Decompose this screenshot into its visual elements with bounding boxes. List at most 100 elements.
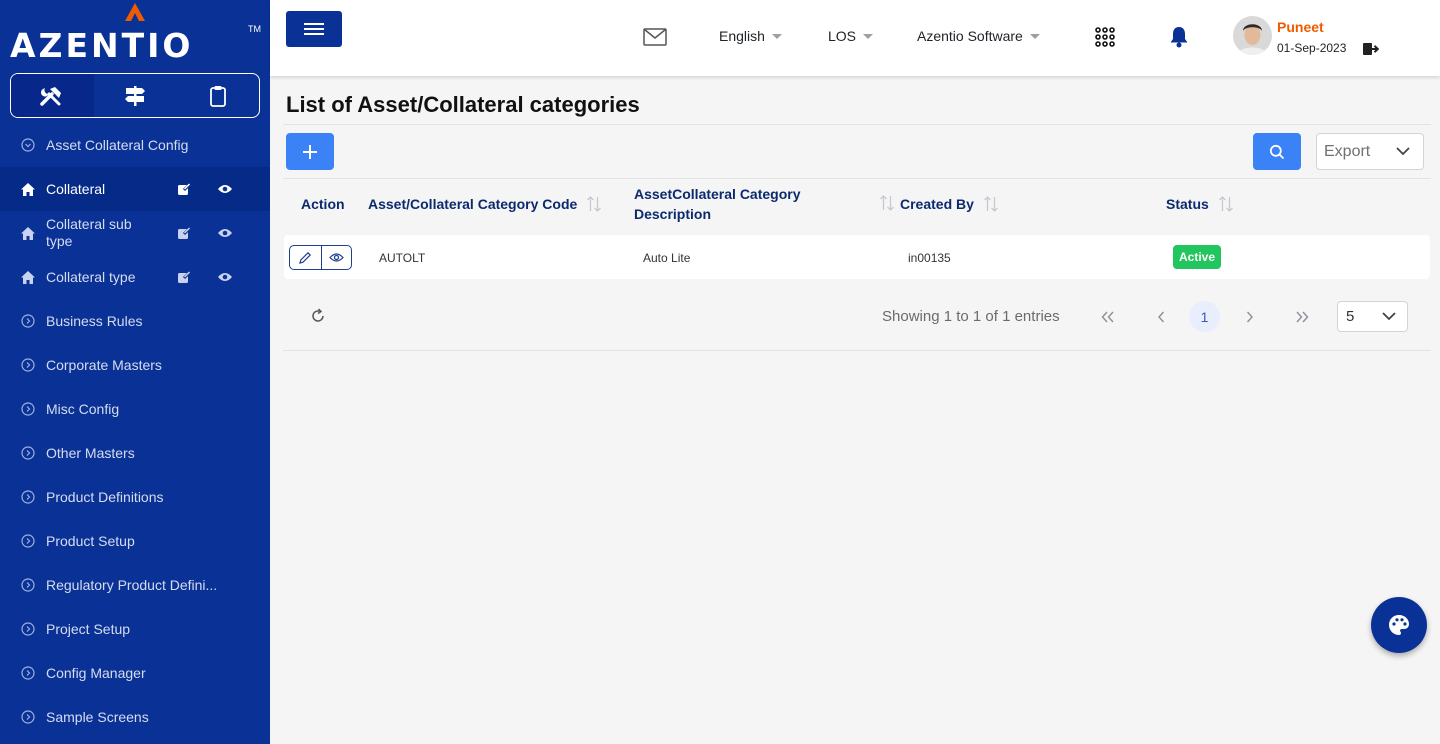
- view-row-button[interactable]: [320, 246, 352, 269]
- sidebar-item-sample-screens[interactable]: Sample Screens: [0, 695, 270, 739]
- sidebar-item-label: Config Manager: [46, 664, 146, 681]
- search-icon: [1269, 144, 1285, 159]
- column-header-code[interactable]: Asset/Collateral Category Code: [368, 194, 602, 214]
- theme-palette-button[interactable]: [1371, 597, 1427, 653]
- eye-icon: [328, 253, 344, 262]
- chevron-circle-icon: [20, 313, 36, 329]
- double-chevron-right-icon: [1295, 311, 1308, 322]
- hamburger-icon: [304, 23, 324, 35]
- column-header-description[interactable]: AssetCollateral Category Description: [634, 184, 874, 224]
- add-button[interactable]: [286, 133, 334, 170]
- logo-text: AZENTIO: [10, 26, 194, 65]
- first-page-button[interactable]: [1092, 301, 1123, 332]
- refresh-icon[interactable]: [310, 308, 326, 329]
- logo-mark-icon: [125, 3, 145, 21]
- sidebar-item-label: Product Setup: [46, 532, 135, 549]
- row-action-group: [289, 245, 352, 270]
- sidebar-item-label: Asset Collateral Config: [46, 136, 189, 153]
- mode-signpost-button[interactable]: [94, 74, 177, 117]
- column-header-label: Created By: [900, 196, 974, 212]
- prev-page-button[interactable]: [1145, 301, 1176, 332]
- company-dropdown[interactable]: Azentio Software: [917, 28, 1040, 44]
- column-header-status[interactable]: Status: [1166, 194, 1234, 214]
- signpost-icon: [124, 85, 145, 106]
- sidebar-item-misc-config[interactable]: Misc Config: [0, 387, 270, 431]
- chevron-right-icon: [1246, 311, 1253, 322]
- last-page-button[interactable]: [1286, 301, 1317, 332]
- mode-clipboard-button[interactable]: [176, 74, 259, 117]
- user-avatar[interactable]: [1233, 16, 1272, 55]
- chevron-circle-icon: [20, 357, 36, 373]
- column-header-label: Action: [301, 196, 345, 212]
- edit-icon[interactable]: [177, 270, 191, 284]
- menu-toggle-button[interactable]: [286, 11, 342, 47]
- table-row[interactable]: AUTOLT Auto Lite in00135 Active: [284, 235, 1430, 279]
- chevron-down-icon: [1382, 312, 1396, 321]
- home-icon: [20, 269, 36, 285]
- chevron-circle-icon: [20, 709, 36, 725]
- home-icon: [20, 225, 36, 241]
- sidebar-item-label: Collateral: [46, 180, 106, 197]
- language-dropdown[interactable]: English: [719, 28, 782, 44]
- sort-icon[interactable]: [586, 195, 602, 213]
- sidebar-item-project-setup[interactable]: Project Setup: [0, 607, 270, 651]
- mail-icon[interactable]: [643, 28, 667, 51]
- sidebar-item-label: Corporate Masters: [46, 356, 162, 373]
- sidebar-item-collateral[interactable]: Collateral: [0, 167, 270, 211]
- sidebar-item-label: Other Masters: [46, 444, 135, 461]
- sidebar-item-regulatory-product-definitions[interactable]: Regulatory Product Defini...: [0, 563, 270, 607]
- user-date: 01-Sep-2023: [1277, 41, 1347, 55]
- sidebar-item-business-rules[interactable]: Business Rules: [0, 299, 270, 343]
- bell-icon[interactable]: [1169, 26, 1189, 53]
- sort-icon[interactable]: [1218, 195, 1234, 213]
- sidebar-item-collateral-sub-type[interactable]: Collateral sub type: [0, 211, 270, 255]
- logout-icon[interactable]: [1362, 42, 1380, 61]
- next-page-button[interactable]: [1234, 301, 1265, 332]
- sidebar-item-label: Product Definitions: [46, 488, 164, 505]
- logo-trademark: TM: [248, 24, 261, 34]
- sidebar: AZENTIO TM Asset Collateral Config Colla…: [0, 0, 270, 744]
- sort-icon[interactable]: [983, 195, 999, 213]
- palette-icon: [1389, 615, 1409, 635]
- eye-icon[interactable]: [217, 183, 233, 195]
- language-value: English: [719, 28, 765, 44]
- sidebar-item-asset-collateral-config[interactable]: Asset Collateral Config: [0, 123, 270, 167]
- sidebar-item-label: Project Setup: [46, 620, 131, 637]
- chevron-circle-icon: [20, 577, 36, 593]
- cell-created-by: in00135: [908, 251, 951, 265]
- chevron-circle-icon: [20, 489, 36, 505]
- nav-actions: [177, 255, 233, 299]
- apps-grid-icon[interactable]: [1095, 27, 1115, 52]
- sidebar-item-product-definitions[interactable]: Product Definitions: [0, 475, 270, 519]
- sidebar-item-other-masters[interactable]: Other Masters: [0, 431, 270, 475]
- sidebar-item-corporate-masters[interactable]: Corporate Masters: [0, 343, 270, 387]
- export-select[interactable]: Export: [1316, 133, 1424, 170]
- company-value: Azentio Software: [917, 28, 1023, 44]
- sidebar-item-product-setup[interactable]: Product Setup: [0, 519, 270, 563]
- cell-category-description: Auto Lite: [643, 251, 691, 265]
- eye-icon[interactable]: [217, 271, 233, 283]
- page-button-current[interactable]: 1: [1189, 301, 1220, 332]
- column-header-label: Asset/Collateral Category Code: [368, 196, 578, 212]
- sidebar-item-config-manager[interactable]: Config Manager: [0, 651, 270, 695]
- edit-icon[interactable]: [177, 226, 191, 240]
- mode-tools-button[interactable]: [11, 74, 94, 117]
- module-dropdown[interactable]: LOS: [828, 28, 874, 44]
- azentio-logo[interactable]: AZENTIO TM: [10, 2, 262, 65]
- column-header-action: Action: [301, 194, 345, 214]
- chevron-circle-icon: [20, 533, 36, 549]
- sort-icon[interactable]: [879, 194, 895, 212]
- user-name: Puneet: [1277, 19, 1324, 35]
- edit-icon[interactable]: [177, 182, 191, 196]
- eye-icon[interactable]: [217, 227, 233, 239]
- divider: [283, 178, 1431, 179]
- caret-down-icon: [771, 33, 782, 39]
- sidebar-item-collateral-type[interactable]: Collateral type: [0, 255, 270, 299]
- tools-icon: [40, 86, 62, 106]
- search-button[interactable]: [1253, 133, 1301, 170]
- page-size-select[interactable]: 5: [1337, 301, 1408, 332]
- chevron-circle-icon: [20, 137, 36, 153]
- caret-down-icon: [863, 33, 874, 39]
- edit-row-button[interactable]: [290, 246, 321, 269]
- column-header-created-by[interactable]: Created By: [900, 194, 999, 214]
